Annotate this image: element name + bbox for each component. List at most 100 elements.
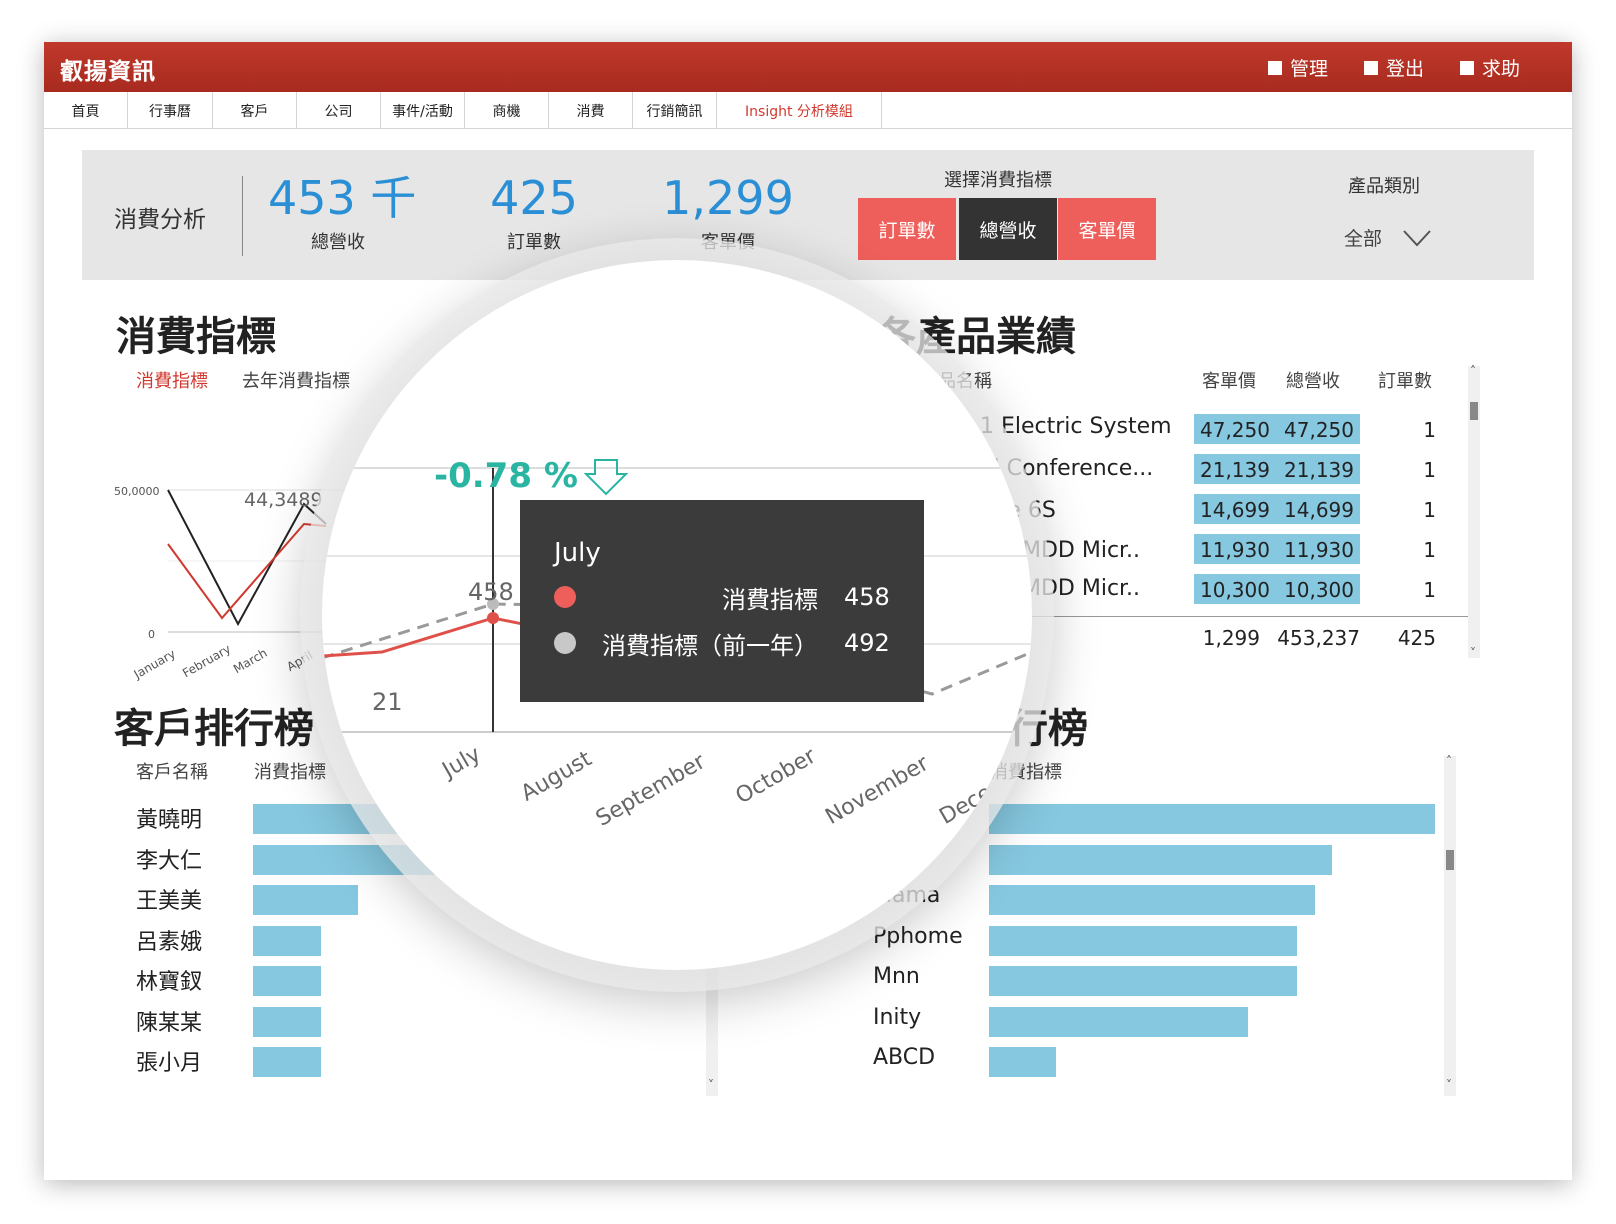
total-revenue: 453,237 bbox=[1277, 626, 1360, 650]
tab-companies[interactable]: 公司 bbox=[297, 92, 381, 129]
product-rank-name: ABCD bbox=[873, 1045, 936, 1070]
revenue-cell: 21,139 bbox=[1284, 458, 1354, 482]
revenue-header[interactable]: 總營收 bbox=[1286, 367, 1340, 393]
change-percent: -0.78 % bbox=[434, 456, 578, 496]
avg-price-metric-button[interactable]: 客單價 bbox=[1058, 198, 1156, 260]
product-table-scroll-thumb[interactable] bbox=[1470, 402, 1478, 420]
tab-insight[interactable]: Insight 分析模組 bbox=[717, 92, 882, 129]
kpi-avg-price-value: 1,299 bbox=[662, 171, 794, 225]
tooltip-value: 458 bbox=[844, 583, 890, 611]
square-icon bbox=[1459, 60, 1474, 75]
price-cell: 47,250 bbox=[1200, 418, 1270, 442]
peak-label: 44,3489 bbox=[244, 489, 323, 511]
square-icon bbox=[1363, 60, 1378, 75]
tab-calendar[interactable]: 行事曆 bbox=[128, 92, 213, 129]
nav-bar: 首頁 行事曆 客戶 公司 事件/活動 商機 消費 行銷簡訊 Insight 分析… bbox=[44, 92, 1572, 129]
product-rank-bar[interactable] bbox=[989, 1047, 1056, 1077]
metric-selector-title: 選擇消費指標 bbox=[944, 170, 1052, 191]
point-label-june: 21 bbox=[372, 688, 403, 716]
price-cell: 14,699 bbox=[1200, 498, 1270, 522]
chevron-down-icon bbox=[1403, 229, 1431, 246]
price-header[interactable]: 客單價 bbox=[1202, 367, 1256, 393]
product-category-title: 產品類別 bbox=[1348, 176, 1420, 197]
chart-tooltip: July 消費指標 458 消費指標（前一年） 492 bbox=[520, 500, 924, 702]
tooltip-label: 消費指標 bbox=[722, 585, 818, 614]
indicator-title: 消費指標 bbox=[116, 314, 276, 360]
tooltip-value: 492 bbox=[844, 629, 890, 657]
orders-header[interactable]: 訂單數 bbox=[1378, 367, 1432, 393]
product-category-select[interactable]: 全部 bbox=[1344, 224, 1432, 251]
total-price: 1,299 bbox=[1202, 626, 1260, 650]
kpi-revenue-label: 總營收 bbox=[311, 232, 365, 253]
kpi-avg-price: 1,299 客單價 bbox=[658, 170, 798, 254]
scroll-up-icon[interactable]: ˄ bbox=[1446, 754, 1452, 768]
square-icon bbox=[1267, 60, 1282, 75]
product-category-value: 全部 bbox=[1344, 228, 1383, 250]
scroll-down-icon[interactable]: ˅ bbox=[708, 1078, 714, 1092]
tab-customers[interactable]: 客戶 bbox=[213, 92, 297, 129]
revenue-cell: 14,699 bbox=[1284, 498, 1354, 522]
customer-rank-bar[interactable] bbox=[253, 1006, 321, 1037]
product-rank-bar[interactable] bbox=[989, 925, 1297, 956]
product-rank-scroll-thumb[interactable] bbox=[1446, 850, 1454, 870]
scroll-down-icon[interactable]: ˅ bbox=[1470, 646, 1476, 660]
customer-rank-bar[interactable] bbox=[253, 925, 321, 956]
kpi-title: 消費分析 bbox=[114, 207, 206, 233]
product-rank-bar[interactable] bbox=[989, 1006, 1248, 1037]
month-label: April bbox=[284, 648, 316, 674]
product-rank-bar[interactable] bbox=[989, 844, 1332, 875]
customer-rank-name: 陳某某 bbox=[136, 1010, 203, 1036]
orders-cell: 1 bbox=[1423, 538, 1436, 562]
customer-rank-bar[interactable] bbox=[253, 966, 321, 996]
customer-rank-name: 李大仁 bbox=[136, 848, 203, 874]
totals-divider bbox=[1004, 616, 1472, 617]
customer-rank-bar[interactable] bbox=[253, 1047, 321, 1077]
tab-consumption[interactable]: 消費 bbox=[549, 92, 633, 129]
customer-value-header: 消費指標 bbox=[254, 762, 326, 783]
product-rank-name: Inity bbox=[873, 1004, 922, 1030]
revenue-metric-button[interactable]: 總營收 bbox=[959, 198, 1057, 260]
revenue-cell: 11,930 bbox=[1284, 538, 1354, 562]
customer-rank-name: 張小月 bbox=[136, 1051, 203, 1076]
scroll-down-icon[interactable]: ˅ bbox=[1446, 1078, 1452, 1092]
legend-current[interactable]: 消費指標 bbox=[136, 367, 208, 393]
help-link[interactable]: 求助 bbox=[1459, 54, 1520, 81]
kpi-revenue-value: 453 千 bbox=[268, 171, 417, 225]
tab-home[interactable]: 首頁 bbox=[44, 92, 128, 129]
brand-logo: 叡揚資訊 bbox=[60, 59, 156, 85]
kpi-avg-price-label: 客單價 bbox=[701, 232, 755, 253]
product-rank-bar[interactable] bbox=[989, 966, 1297, 996]
top-links: 管理 登出 求助 bbox=[1267, 54, 1520, 81]
gray-dot-icon bbox=[554, 632, 576, 654]
price-cell: 21,139 bbox=[1200, 458, 1270, 482]
logout-link[interactable]: 登出 bbox=[1363, 54, 1424, 81]
current-line bbox=[167, 522, 327, 620]
price-cell: 10,300 bbox=[1200, 578, 1270, 602]
product-rank-bar[interactable] bbox=[989, 885, 1315, 915]
customer-rank-name: 王美美 bbox=[136, 889, 203, 914]
orders-metric-button[interactable]: 訂單數 bbox=[858, 198, 956, 260]
scroll-up-icon[interactable]: ˄ bbox=[1470, 364, 1476, 378]
tooltip-label: 消費指標（前一年） bbox=[602, 631, 818, 660]
tooltip-row-last-year: 消費指標（前一年） 492 bbox=[554, 626, 890, 660]
month-label: March bbox=[230, 645, 270, 677]
orders-cell: 1 bbox=[1423, 498, 1436, 522]
total-orders: 425 bbox=[1397, 626, 1436, 650]
hover-point[interactable] bbox=[487, 612, 499, 624]
customer-rank-name: 呂素娥 bbox=[136, 929, 203, 955]
red-dot-icon bbox=[554, 586, 576, 608]
arrow-down-icon bbox=[583, 459, 629, 496]
tab-opportunities[interactable]: 商機 bbox=[465, 92, 549, 129]
customer-rank-name: 林寶釵 bbox=[136, 970, 203, 995]
customer-ranking-title: 客戶排行榜 bbox=[114, 706, 314, 752]
tab-sms-marketing[interactable]: 行銷簡訊 bbox=[633, 92, 717, 129]
admin-link[interactable]: 管理 bbox=[1267, 54, 1328, 81]
product-rank-scrollbar[interactable] bbox=[1444, 756, 1456, 1096]
top-bar: 叡揚資訊 管理 登出 求助 bbox=[44, 42, 1572, 92]
product-rank-bar[interactable] bbox=[989, 804, 1435, 834]
kpi-revenue: 453 千 總營收 bbox=[268, 170, 417, 254]
orders-cell: 1 bbox=[1423, 578, 1436, 602]
orders-cell: 1 bbox=[1423, 418, 1436, 442]
tooltip-title: July bbox=[554, 538, 601, 568]
tab-events[interactable]: 事件/活動 bbox=[381, 92, 465, 129]
